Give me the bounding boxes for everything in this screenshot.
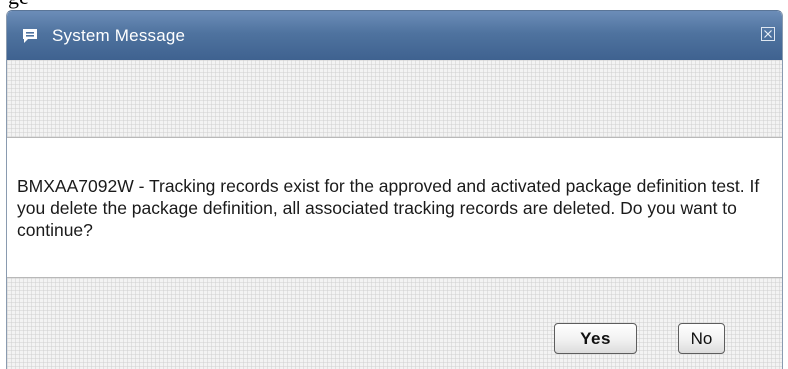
- yes-button[interactable]: Yes: [554, 323, 637, 354]
- no-button[interactable]: No: [678, 323, 725, 354]
- dialog-header-band: [7, 60, 782, 138]
- close-box-icon[interactable]: [761, 27, 775, 41]
- speech-bubble-icon: [21, 27, 39, 45]
- system-message-dialog: System Message BMXAA7092W - Tracking rec…: [6, 10, 783, 369]
- message-area: BMXAA7092W - Tracking records exist for …: [7, 138, 782, 278]
- dialog-button-bar: Yes No: [7, 278, 782, 369]
- caption-text: ge: [8, 0, 29, 8]
- dialog-title: System Message: [52, 25, 186, 45]
- message-text: BMXAA7092W - Tracking records exist for …: [17, 176, 760, 240]
- dialog-title-bar[interactable]: System Message: [7, 11, 782, 60]
